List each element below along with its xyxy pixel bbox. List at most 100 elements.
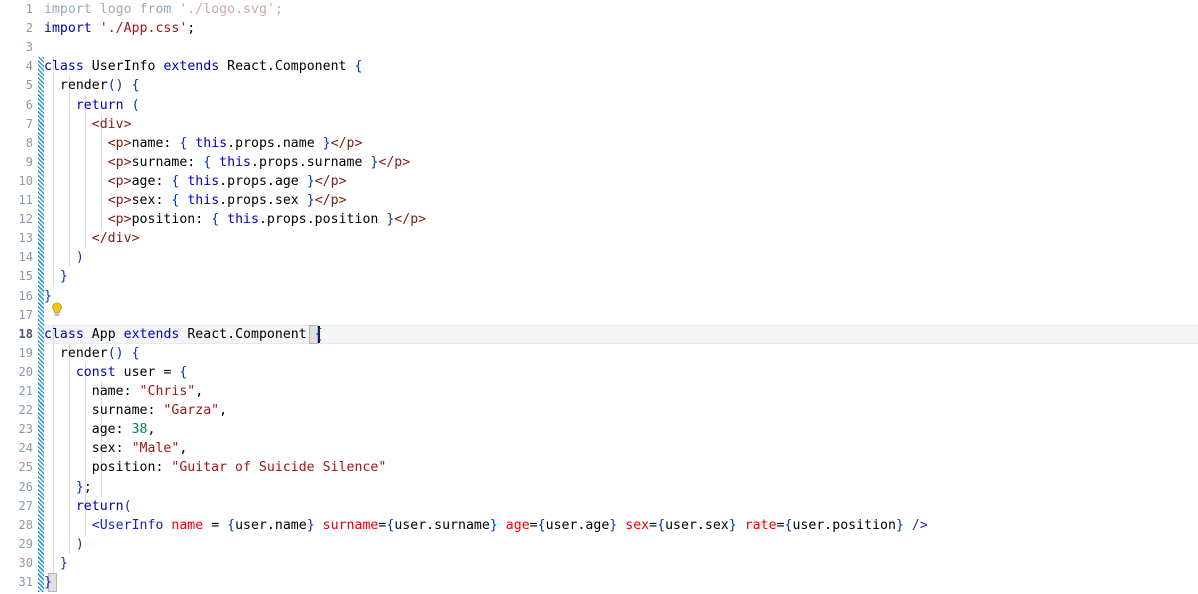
code-line-8[interactable]: <p>name: { this.props.name }</p> — [44, 134, 1198, 153]
code-line-16[interactable]: } — [44, 287, 1198, 306]
code-line-30[interactable]: } — [44, 554, 1198, 573]
line-number[interactable]: 4 — [0, 57, 33, 76]
code-line-28[interactable]: <UserInfo name = {user.name} surname={us… — [44, 516, 1198, 535]
code-line-25[interactable]: position: "Guitar of Suicide Silence" — [44, 458, 1198, 477]
line-number[interactable]: 5 — [0, 76, 33, 95]
line-number[interactable]: 17 — [0, 306, 33, 325]
intention-lightbulb-icon[interactable] — [50, 302, 64, 317]
token-key-sex: sex: — [91, 441, 124, 457]
code-line-17[interactable] — [44, 306, 1198, 325]
code-line-15[interactable]: } — [44, 267, 1198, 286]
line-number[interactable]: 30 — [0, 554, 33, 573]
token-keyword-class: class — [44, 59, 84, 75]
token-text-surname-label: surname: — [131, 154, 204, 170]
code-line-24[interactable]: sex: "Male", — [44, 439, 1198, 458]
code-line-23[interactable]: age: 38, — [44, 420, 1198, 439]
line-number[interactable]: 16 — [0, 287, 33, 306]
line-number[interactable]: 24 — [0, 439, 33, 458]
line-number[interactable]: 29 — [0, 535, 33, 554]
token-props-position: .props.position — [258, 212, 387, 228]
code-line-12[interactable]: <p>position: { this.props.position }</p> — [44, 210, 1198, 229]
token-key-name: name: — [91, 384, 132, 399]
code-line-5[interactable]: render() { — [44, 76, 1198, 95]
line-number[interactable]: 20 — [0, 363, 33, 382]
line-number[interactable]: 14 — [0, 248, 33, 267]
code-line-26[interactable]: }; — [44, 478, 1198, 497]
code-editor[interactable]: 1 2 3 4 5 6 7 8 9 10 11 12 13 14 15 16 1… — [0, 0, 1198, 594]
token-key-age: age: — [91, 422, 124, 438]
line-number[interactable]: 22 — [0, 401, 33, 420]
token-close-brace: } — [895, 517, 904, 533]
token-value-sex: "Male" — [131, 441, 180, 457]
line-number[interactable]: 31 — [0, 573, 33, 592]
line-number[interactable]: 13 — [0, 229, 33, 248]
token-key-surname: surname: — [91, 403, 156, 419]
code-line-18[interactable]: class App extends React.Component { — [44, 325, 1198, 344]
code-line-2[interactable]: import './App.css'; — [44, 19, 1198, 38]
line-number[interactable]: 7 — [0, 115, 33, 134]
token-value-surname: "Garza" — [163, 403, 220, 419]
token-jsx-close-p: </p> — [314, 173, 347, 189]
code-line-9[interactable]: <p>surname: { this.props.surname }</p> — [44, 153, 1198, 172]
token-jsx-attr-rate: rate — [744, 517, 777, 533]
token-keyword-return: return — [75, 498, 124, 514]
token-open-brace: { — [179, 364, 188, 380]
code-line-27[interactable]: return( — [44, 497, 1198, 516]
code-line-11[interactable]: <p>sex: { this.props.sex }</p> — [44, 191, 1198, 210]
line-number[interactable]: 15 — [0, 267, 33, 286]
code-line-29[interactable]: ) — [44, 535, 1198, 554]
token-keyword-import: import — [44, 21, 92, 37]
code-line-31[interactable]: } — [44, 573, 1198, 592]
token-jsx-close-p: </p> — [394, 212, 427, 228]
code-line-22[interactable]: surname: "Garza", — [44, 401, 1198, 420]
token-comma: , — [219, 403, 228, 419]
line-number[interactable]: 28 — [0, 516, 33, 535]
line-number[interactable]: 3 — [0, 38, 33, 57]
token-props-age: .props.age — [219, 173, 307, 189]
token-keyword-this: this — [219, 154, 251, 170]
code-line-13[interactable]: </div> — [44, 229, 1198, 248]
token-keyword-this: this — [195, 135, 228, 151]
line-number[interactable]: 23 — [0, 420, 33, 439]
token-open-brace: { — [227, 517, 236, 533]
line-number[interactable]: 8 — [0, 134, 33, 153]
line-number[interactable]: 1 — [0, 0, 33, 19]
token-expr-user-name: user.name — [235, 517, 307, 533]
line-number-current[interactable]: 18 — [0, 325, 33, 344]
code-line-7[interactable]: <div> — [44, 115, 1198, 134]
code-line-19[interactable]: render() { — [44, 344, 1198, 363]
code-line-1[interactable]: import logo from './logo.svg'; — [44, 0, 1198, 19]
token-jsx-attr-sex: sex — [625, 517, 650, 533]
token-value-position: "Guitar of Suicide Silence" — [171, 460, 387, 476]
line-number[interactable]: 6 — [0, 96, 33, 115]
line-number[interactable]: 10 — [0, 172, 33, 191]
token-keyword-const: const — [75, 364, 116, 380]
code-line-6[interactable]: return ( — [44, 96, 1198, 115]
code-line-20[interactable]: const user = { — [44, 363, 1198, 382]
line-number[interactable]: 2 — [0, 19, 33, 38]
code-line-4[interactable]: class UserInfo extends React.Component { — [44, 57, 1198, 76]
line-number[interactable]: 12 — [0, 210, 33, 229]
line-number[interactable]: 9 — [0, 153, 33, 172]
line-number[interactable]: 11 — [0, 191, 33, 210]
token-assign: = — [211, 517, 220, 533]
token-close-brace: } — [75, 479, 84, 495]
line-number[interactable]: 27 — [0, 497, 33, 516]
token-jsx-open-p: <p> — [107, 193, 132, 208]
token-method-render: render — [59, 345, 108, 361]
code-content[interactable]: import logo from './logo.svg'; import '.… — [44, 0, 1198, 594]
token-parens: () — [107, 78, 124, 94]
code-line-21[interactable]: name: "Chris", — [44, 382, 1198, 401]
line-number[interactable]: 19 — [0, 344, 33, 363]
token-expr-user-sex: user.sex — [665, 517, 729, 533]
code-line-3[interactable] — [44, 38, 1198, 57]
line-number[interactable]: 25 — [0, 458, 33, 477]
line-number-gutter[interactable]: 1 2 3 4 5 6 7 8 9 10 11 12 13 14 15 16 1… — [0, 0, 37, 594]
line-number[interactable]: 21 — [0, 382, 33, 401]
token-open-brace: { — [131, 345, 140, 361]
token-close-brace: } — [489, 517, 498, 533]
code-line-10[interactable]: <p>age: { this.props.age }</p> — [44, 172, 1198, 191]
code-line-14[interactable]: ) — [44, 248, 1198, 267]
token-keyword-this: this — [187, 193, 220, 208]
line-number[interactable]: 26 — [0, 478, 33, 497]
